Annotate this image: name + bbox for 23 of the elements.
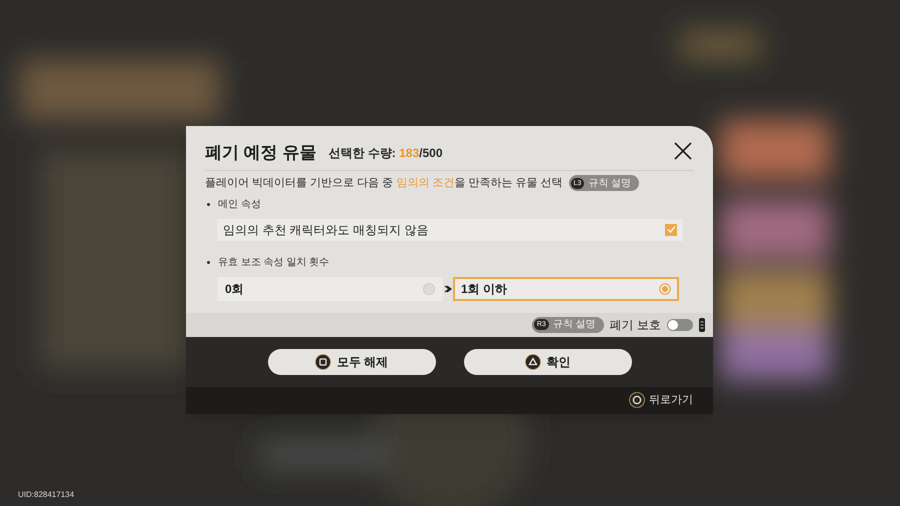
action-button[interactable]: 확인: [464, 348, 632, 374]
protect-label: 폐기 보호: [610, 316, 661, 334]
uid-text: UID:828417134: [18, 489, 74, 501]
checkbox[interactable]: [665, 224, 677, 236]
protect-toggle[interactable]: [667, 318, 693, 330]
radio-selected-icon: [659, 282, 671, 294]
circle-icon: [629, 392, 645, 408]
radio-empty-icon: [423, 282, 435, 294]
back-button[interactable]: 뒤로가기: [629, 392, 693, 408]
option-row[interactable]: 임의의 추천 캐릭터와도 매칭되지 않음: [217, 218, 683, 240]
action-button[interactable]: 모두 해제: [268, 348, 436, 374]
selected-count: 선택한 수량: 183/500: [328, 145, 443, 162]
handle-icon: [699, 318, 705, 332]
section-heading: 메인 속성: [218, 198, 261, 212]
section-heading: 유효 보조 속성 일치 횟수: [218, 256, 330, 270]
description-text: 플레이어 빅데이터를 기반으로 다음 중 임의의 조건을 만족하는 유물 선택: [205, 176, 563, 191]
close-button[interactable]: [672, 140, 694, 162]
close-icon: [672, 140, 694, 162]
radio-option[interactable]: 0회: [217, 276, 443, 300]
arrow-icon: [444, 284, 452, 292]
check-icon: [666, 225, 676, 234]
dialog-title: 폐기 예정 유물: [205, 142, 316, 164]
radio-option[interactable]: 1회 이하: [453, 276, 679, 300]
